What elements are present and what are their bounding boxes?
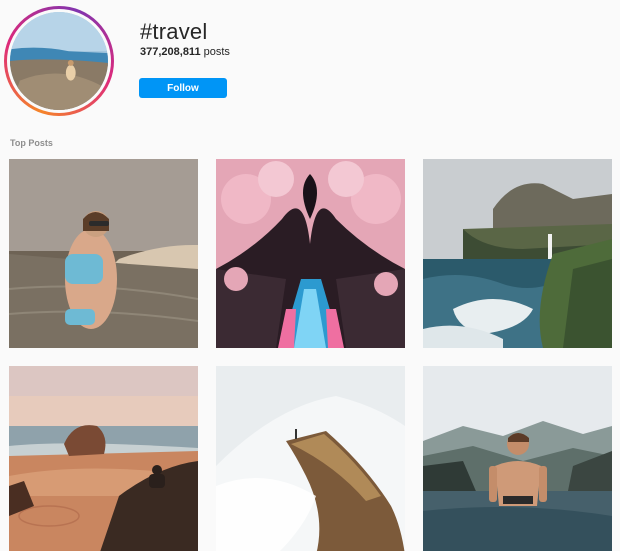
post-tile[interactable] [9,159,198,348]
post-image [216,159,405,348]
post-count-suffix: posts [200,46,230,58]
top-posts-label: Top Posts [10,138,53,148]
hashtag-title: #travel [140,19,208,44]
post-tile[interactable] [9,366,198,551]
post-image [423,366,612,551]
post-image [423,159,612,348]
follow-button[interactable]: Follow [139,78,227,98]
avatar-photo [10,12,108,110]
hashtag-avatar[interactable] [4,6,114,116]
post-tile[interactable] [423,366,612,551]
post-count: 377,208,811 posts [140,46,230,58]
post-tile[interactable] [423,159,612,348]
post-image [9,159,198,348]
post-image [216,366,405,551]
post-image [9,366,198,551]
post-count-number: 377,208,811 [140,46,201,58]
hashtag-header: #travel 377,208,811 posts Follow [0,0,620,125]
post-tile[interactable] [216,366,405,551]
post-tile[interactable] [216,159,405,348]
